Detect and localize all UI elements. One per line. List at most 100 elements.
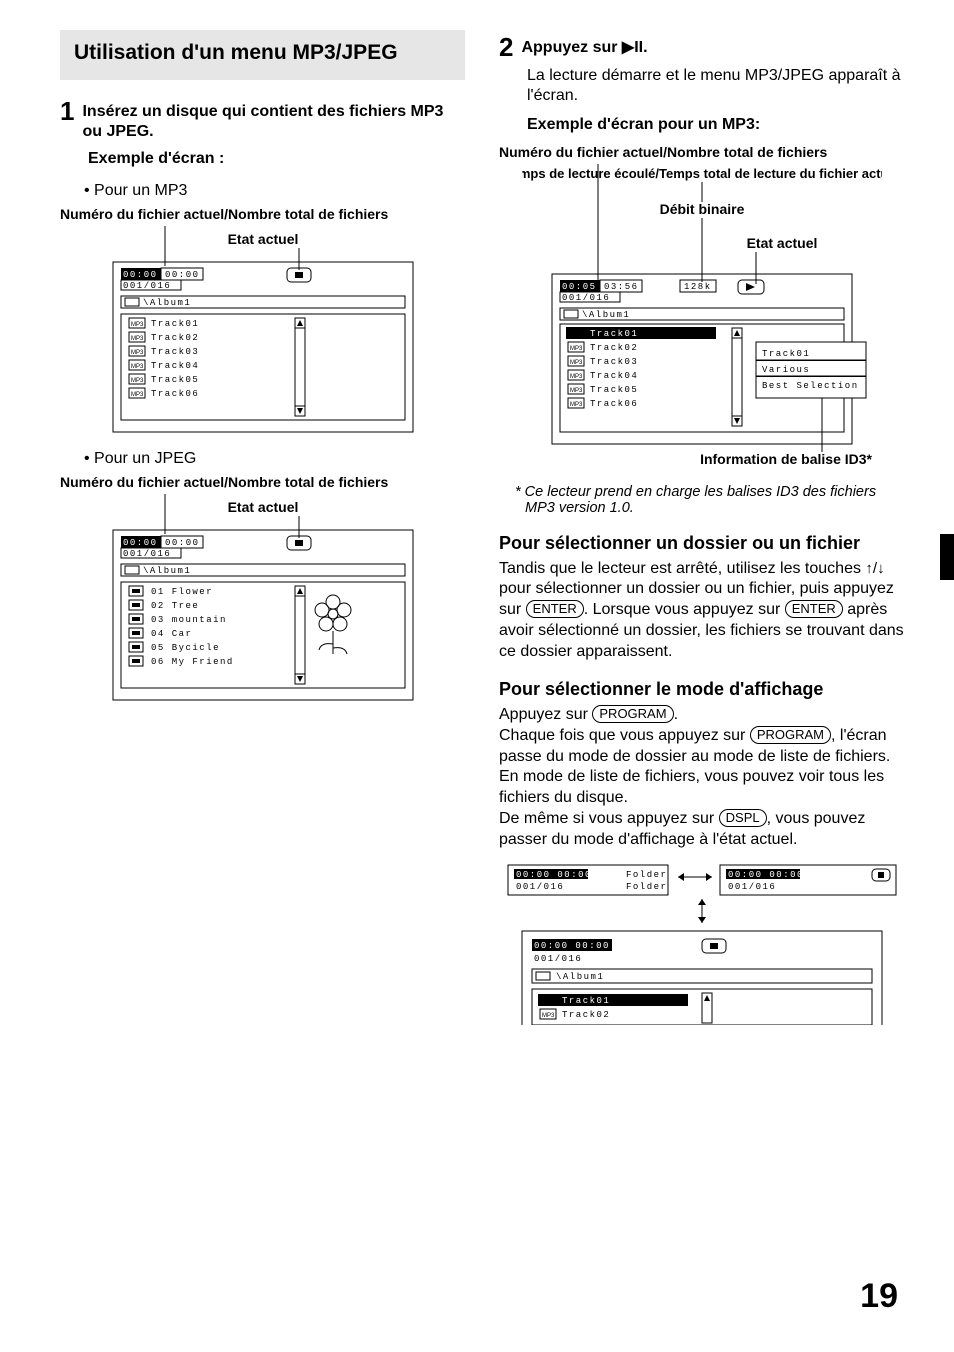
step-1: 1 Insérez un disque qui contient des fic… <box>60 98 465 142</box>
folder-3: \Album1 <box>582 310 630 320</box>
screen-jpeg: Etat actuel 00:00 00:00 001/016 \Album1 … <box>103 494 423 704</box>
svg-text:Track04: Track04 <box>590 371 638 381</box>
counter-3: 001/016 <box>562 293 610 303</box>
section-heading: Utilisation d'un menu MP3/JPEG <box>60 30 465 80</box>
para-display-mode: Appuyez sur PROGRAM. Chaque fois que vou… <box>499 705 904 851</box>
step-1-title: Insérez un disque qui contient des fichi… <box>82 98 465 142</box>
svg-text:Track05: Track05 <box>151 375 199 385</box>
svg-text:MP3: MP3 <box>542 999 555 1005</box>
sm-time-a: 00:00 00:00 <box>516 870 592 880</box>
right-column: 2 Appuyez sur ▶II. La lecture démarre et… <box>499 30 904 1039</box>
time1-3: 00:05 <box>562 282 597 292</box>
svg-text:MP3: MP3 <box>542 1013 555 1019</box>
screen-mode-diagram: 00:00 00:00 001/016 Folder Folder 00:00 … <box>502 859 902 1029</box>
sm-folder1: Folder <box>626 870 667 880</box>
svg-text:MP3: MP3 <box>131 364 144 370</box>
counter-1: 001/016 <box>123 281 171 291</box>
folder-2: \Album1 <box>143 566 191 576</box>
svg-text:MP3: MP3 <box>570 388 583 394</box>
svg-text:Various: Various <box>762 365 810 375</box>
caption-file-count-1: Numéro du fichier actuel/Nombre total de… <box>60 206 465 222</box>
caption-time-a: Temps de lecture écoulé/Temps total de l… <box>522 166 882 181</box>
sm-time-b: 00:00 00:00 <box>728 870 804 880</box>
svg-text:Track06: Track06 <box>151 389 199 399</box>
bullet-jpeg: Pour un JPEG <box>84 450 465 468</box>
step-2-body: La lecture démarre et le menu MP3/JPEG a… <box>527 66 904 106</box>
left-column: Utilisation d'un menu MP3/JPEG 1 Insérez… <box>60 30 465 1039</box>
svg-text:MP3: MP3 <box>131 350 144 356</box>
svg-text:MP3: MP3 <box>131 322 144 328</box>
page-number: 19 <box>860 1277 898 1316</box>
counter-2: 001/016 <box>123 549 171 559</box>
svg-text:Track01: Track01 <box>151 319 199 329</box>
svg-text:MP3: MP3 <box>570 332 583 338</box>
svg-text:04 Car: 04 Car <box>151 629 192 639</box>
sm-time-c: 00:00 00:00 <box>534 941 610 951</box>
time2-2: 00:00 <box>165 538 200 548</box>
step-2-number: 2 <box>499 34 513 60</box>
caption-bitrate: Débit binaire <box>659 201 744 217</box>
svg-text:Track03: Track03 <box>590 357 638 367</box>
sub-heading-select-folder: Pour sélectionner un dossier ou un fichi… <box>499 532 904 555</box>
svg-text:03 mountain: 03 mountain <box>151 615 227 625</box>
sm-counter-b: 001/016 <box>728 882 776 892</box>
svg-text:Track03: Track03 <box>151 347 199 357</box>
svg-text:Track04: Track04 <box>151 361 199 371</box>
svg-text:Track06: Track06 <box>590 399 638 409</box>
bitrate-3: 128k <box>684 282 712 292</box>
example-mp3-label: Exemple d'écran pour un MP3: <box>527 116 904 134</box>
up-down-arrow-icon: ↑/↓ <box>865 560 884 577</box>
caption-status-1: Etat actuel <box>227 231 298 247</box>
caption-file-count-2: Numéro du fichier actuel/Nombre total de… <box>60 474 465 490</box>
caption-status-2: Etat actuel <box>227 499 298 515</box>
step-1-number: 1 <box>60 98 74 124</box>
time2-3: 03:56 <box>604 282 639 292</box>
screen-mp3-playing: Temps de lecture écoulé/Temps total de l… <box>522 164 882 474</box>
sm-folder-c: \Album1 <box>556 972 604 982</box>
folder-1: \Album1 <box>143 298 191 308</box>
page-content: Utilisation d'un menu MP3/JPEG 1 Insérez… <box>0 0 954 1049</box>
svg-text:MP3: MP3 <box>570 402 583 408</box>
caption-file-count-3: Numéro du fichier actuel/Nombre total de… <box>499 144 904 160</box>
enter-button-1: ENTER <box>526 600 584 618</box>
svg-text:Track02: Track02 <box>590 343 638 353</box>
svg-text:Track02: Track02 <box>151 333 199 343</box>
svg-text:MP3: MP3 <box>570 374 583 380</box>
svg-text:01 Flower: 01 Flower <box>151 587 213 597</box>
time1-2: 00:00 <box>123 538 158 548</box>
svg-text:05 Bycicle: 05 Bycicle <box>151 643 220 653</box>
page-side-tab <box>940 534 954 580</box>
svg-text:MP3: MP3 <box>131 336 144 342</box>
svg-text:Information de balise ID3*: Information de balise ID3* <box>700 451 872 467</box>
svg-text:MP3: MP3 <box>131 392 144 398</box>
sub-heading-display-mode: Pour sélectionner le mode d'affichage <box>499 678 904 701</box>
step-2: 2 Appuyez sur ▶II. <box>499 34 904 60</box>
enter-button-2: ENTER <box>785 600 843 618</box>
svg-text:MP3: MP3 <box>570 346 583 352</box>
example-screen-label: Exemple d'écran : <box>88 150 465 168</box>
svg-text:Best Selection: Best Selection <box>762 381 859 391</box>
sm-counter-a: 001/016 <box>516 882 564 892</box>
step-2-title: Appuyez sur ▶II. <box>521 34 647 58</box>
svg-text:Track05: Track05 <box>590 385 638 395</box>
time2-1: 00:00 <box>165 270 200 280</box>
svg-text:MP3: MP3 <box>131 378 144 384</box>
time1-1: 00:00 <box>123 270 158 280</box>
svg-text:Track02: Track02 <box>562 1010 610 1020</box>
sm-folder2: Folder <box>626 882 667 892</box>
dspl-button: DSPL <box>719 809 767 827</box>
program-button-2: PROGRAM <box>750 726 831 744</box>
svg-text:Track01: Track01 <box>590 329 638 339</box>
svg-text:MP3: MP3 <box>570 360 583 366</box>
bullet-mp3: Pour un MP3 <box>84 182 465 200</box>
para-select-folder: Tandis que le lecteur est arrêté, utilis… <box>499 559 904 663</box>
svg-text:02 Tree: 02 Tree <box>151 601 199 611</box>
program-button-1: PROGRAM <box>592 705 673 723</box>
footnote-id3: * Ce lecteur prend en charge les balises… <box>515 484 904 516</box>
caption-status-3: Etat actuel <box>746 235 817 251</box>
screen-mp3: Etat actuel 00:00 00:00 001/016 \Album1 … <box>103 226 423 436</box>
svg-text:Track01: Track01 <box>762 349 810 359</box>
caption-id3: Information de balise ID3 <box>700 451 867 467</box>
sm-counter-c: 001/016 <box>534 954 582 964</box>
svg-text:Track01: Track01 <box>562 996 610 1006</box>
